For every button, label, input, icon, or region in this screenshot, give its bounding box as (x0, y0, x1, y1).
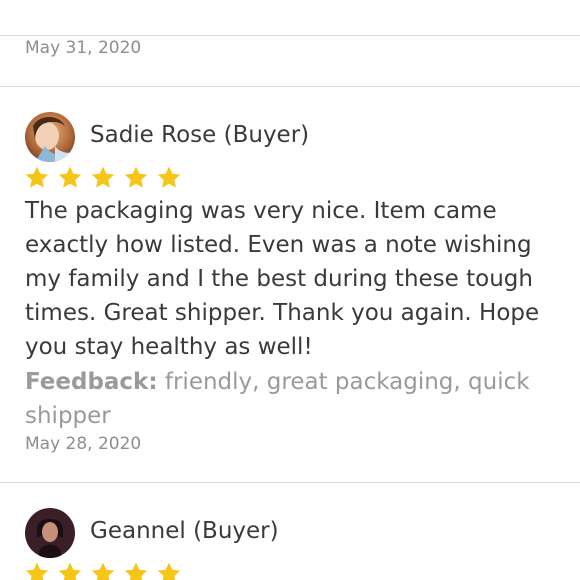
review-date: May 31, 2020 (25, 38, 142, 58)
star-icon (91, 166, 115, 188)
review-feedback: Feedback: friendly, great packaging, qui… (25, 365, 545, 433)
star-rating (24, 561, 182, 580)
star-rating (24, 165, 182, 191)
star-icon (25, 562, 49, 580)
avatar[interactable] (25, 508, 75, 558)
star-icon (58, 562, 82, 580)
reviews-page: May 31, 2020 Sadie Rose (Buyer) The pack… (0, 0, 580, 580)
reviewer-name[interactable]: Sadie Rose (Buyer) (90, 122, 309, 148)
feedback-label: Feedback: (25, 369, 158, 395)
divider (0, 35, 580, 36)
reviewer-name[interactable]: Geannel (Buyer) (90, 518, 279, 544)
star-icon (124, 166, 148, 188)
review-date: May 28, 2020 (25, 434, 142, 454)
divider (0, 482, 580, 483)
avatar[interactable] (25, 112, 75, 162)
star-icon (124, 562, 148, 580)
review-text: The packaging was very nice. Item came e… (25, 198, 540, 360)
divider (0, 86, 580, 87)
star-icon (157, 562, 181, 580)
avatar-image (25, 508, 75, 558)
star-icon (157, 166, 181, 188)
star-icon (25, 166, 49, 188)
star-icon (91, 562, 115, 580)
star-icon (58, 166, 82, 188)
avatar-image (25, 112, 75, 162)
